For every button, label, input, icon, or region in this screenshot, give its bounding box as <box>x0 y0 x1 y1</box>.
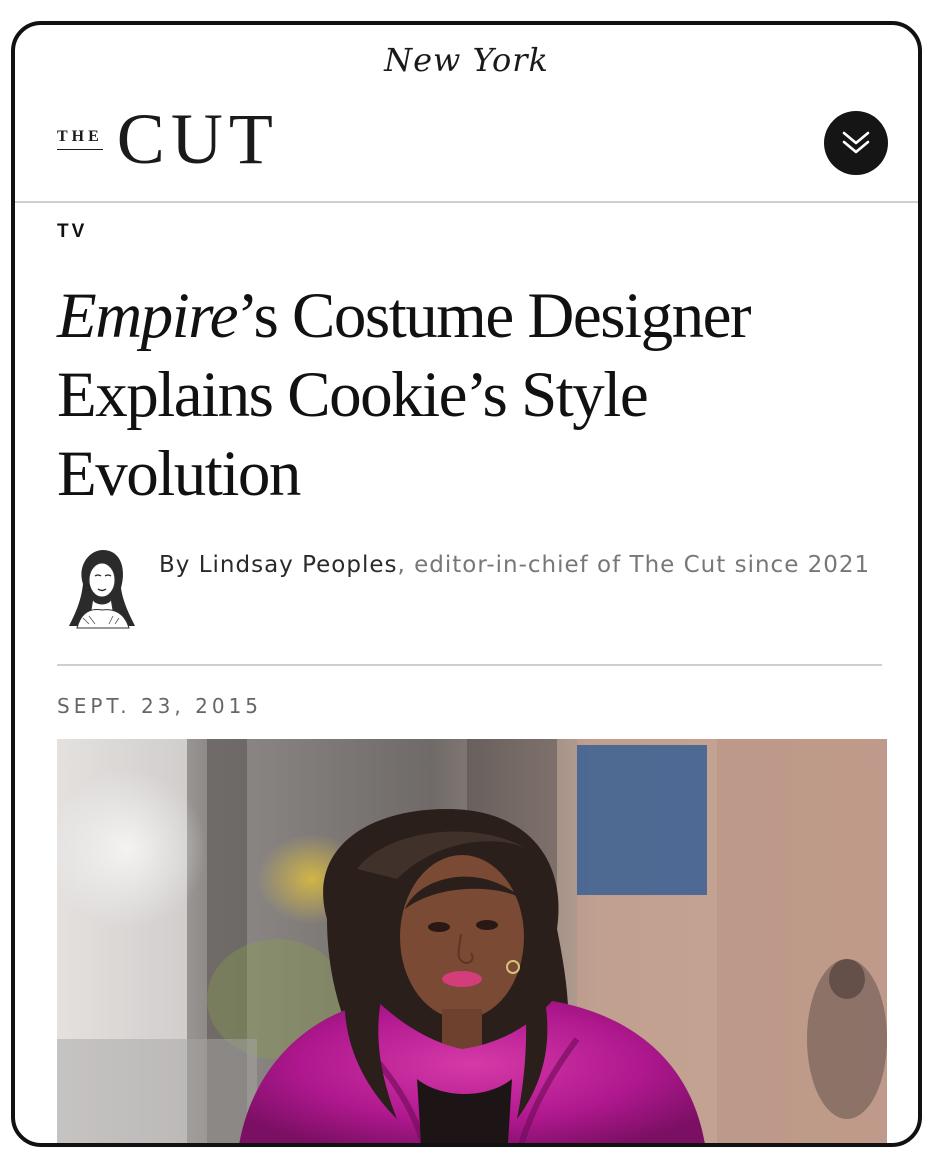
hero-photo <box>57 739 887 1143</box>
byline: By Lindsay Peoples, editor-in-chief of T… <box>57 544 882 630</box>
new-york-logo[interactable]: New York <box>15 41 918 79</box>
author-avatar[interactable] <box>63 544 139 630</box>
section-rubric[interactable]: TV <box>57 221 882 243</box>
the-cut-logo-the: THE <box>57 128 103 150</box>
headline-italic: Empire <box>57 280 238 352</box>
publish-date: SEPT. 23, 2015 <box>57 694 263 718</box>
the-cut-logo-cut: CUT <box>116 99 279 179</box>
menu-button[interactable] <box>824 111 888 175</box>
double-chevron-down-icon <box>842 131 870 154</box>
author-name[interactable]: Lindsay Peoples <box>199 552 398 578</box>
the-cut-logo[interactable]: THE CUT <box>57 103 279 175</box>
new-york-logo-text: New York <box>384 41 549 79</box>
byline-text: By Lindsay Peoples, editor-in-chief of T… <box>159 548 870 583</box>
article-headline: Empire’s Costume Designer Explains Cooki… <box>57 277 882 514</box>
hero-image[interactable] <box>57 739 887 1143</box>
byline-divider <box>57 664 882 666</box>
masthead: New York THE CUT <box>15 25 918 203</box>
app-frame: New York THE CUT TV Empire’s Costume Des… <box>11 21 922 1147</box>
article: TV Empire’s Costume Designer Explains Co… <box>57 201 882 718</box>
byline-prefix: By <box>159 552 199 578</box>
author-description: , editor-in-chief of The Cut since 2021 <box>397 552 871 578</box>
